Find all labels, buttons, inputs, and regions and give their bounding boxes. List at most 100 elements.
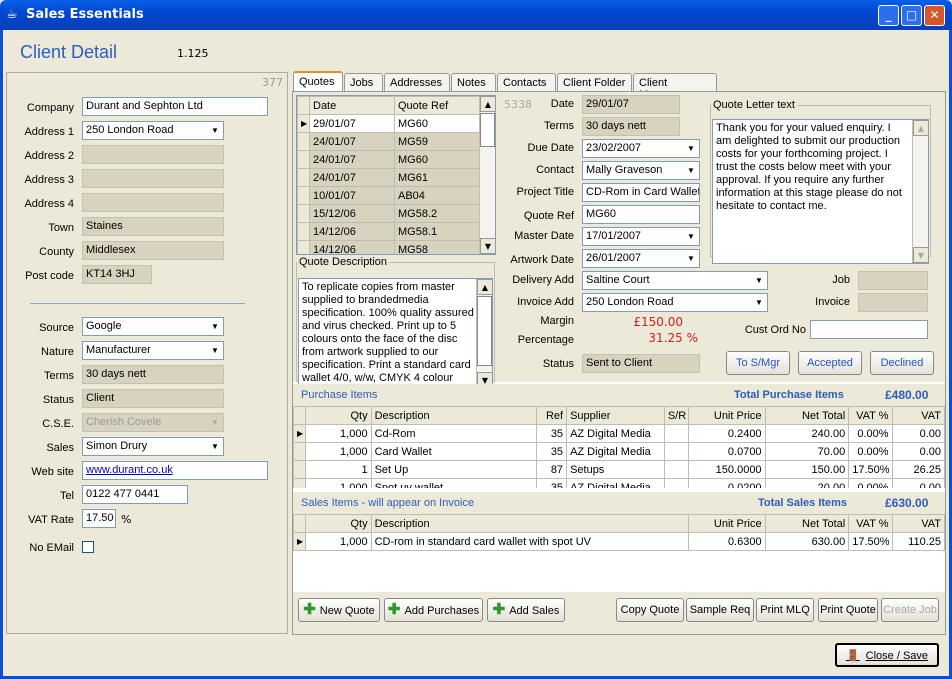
chevron-down-icon[interactable]: ▼ (684, 163, 698, 178)
chevron-down-icon[interactable]: ▼ (684, 229, 698, 244)
chevron-down-icon[interactable]: ▼ (684, 251, 698, 266)
add-sales-button[interactable]: ✚ Add Sales (487, 598, 565, 622)
quote-ref-field[interactable]: MG60 (582, 205, 700, 224)
project-title-field[interactable]: CD-Rom in Card Wallet (582, 183, 700, 202)
minimize-button[interactable]: _ (878, 5, 899, 26)
table-row[interactable]: 1 Set Up 87 Setups 150.0000 150.00 17.50% 26.25 (293, 460, 945, 479)
close-save-label: Close / Save (865, 650, 929, 662)
artwork-date-field[interactable]: 26/01/2007 ▼ (582, 249, 700, 268)
scroll-thumb[interactable] (477, 296, 492, 366)
client-field[interactable]: 0122 477 0441 (82, 485, 188, 504)
client-field-value[interactable]: www.durant.co.uk (86, 464, 173, 476)
sample-req-button[interactable]: Sample Req (686, 598, 754, 622)
client-field-value: Durant and Sephton Ltd (86, 100, 203, 112)
tab-jobs[interactable]: Jobs (344, 73, 383, 92)
table-row[interactable]: ▶ 29/01/07 MG60 (297, 114, 480, 133)
chevron-down-icon[interactable]: ▼ (208, 319, 222, 334)
chevron-down-icon[interactable]: ▼ (208, 123, 222, 138)
print-quote-button[interactable]: Print Quote (818, 598, 878, 622)
cust-ord-no-field[interactable] (810, 320, 928, 339)
tab-quotes[interactable]: Quotes (293, 71, 343, 92)
add-purchases-button[interactable]: ✚ Add Purchases (384, 598, 483, 622)
scroll-down-icon[interactable]: ▼ (913, 247, 929, 263)
declined-button[interactable]: Declined (870, 351, 934, 375)
table-row[interactable]: 1,000 Card Wallet 35 AZ Digital Media 0.0700… (293, 442, 945, 461)
maximize-button[interactable]: □ (901, 5, 922, 26)
column-header[interactable]: Unit Price (688, 514, 766, 533)
client-field-value: KT14 3HJ (86, 268, 135, 280)
tab-notes[interactable]: Notes (451, 73, 496, 92)
purchase-items-grid[interactable]: Qty Description Ref Supplier S/R Unit Price Ne… (293, 406, 945, 488)
delivery-address-select[interactable]: Saltine Court ▼ (582, 271, 768, 290)
column-header[interactable]: Supplier (566, 406, 665, 425)
copy-quote-button[interactable]: Copy Quote (616, 598, 684, 622)
client-field[interactable]: www.durant.co.uk (82, 461, 268, 480)
column-header[interactable]: VAT % (848, 514, 893, 533)
tab-client-folder[interactable]: Client Folder (557, 73, 632, 92)
accepted-button[interactable]: Accepted (798, 351, 862, 375)
scroll-up-icon[interactable]: ▲ (477, 279, 492, 295)
close-button[interactable]: ✕ (924, 5, 945, 26)
column-header[interactable]: Description (370, 406, 537, 425)
column-header[interactable]: Quote Ref (394, 96, 480, 115)
chevron-down-icon[interactable]: ▼ (208, 439, 222, 454)
table-row[interactable]: 24/01/07 MG59 (297, 132, 480, 151)
column-header[interactable]: Unit Price (687, 406, 766, 425)
scroll-down-icon[interactable]: ▼ (480, 238, 495, 254)
table-row[interactable]: 14/12/06 MG58.1 (297, 222, 480, 241)
table-row[interactable]: 14/12/06 MG58 (297, 240, 480, 254)
tab-addresses[interactable]: Addresses (384, 73, 450, 92)
quote-letter-text[interactable]: Thank you for your valued enquiry. I am … (713, 120, 928, 215)
client-field[interactable]: 17.50 (82, 509, 116, 528)
new-quote-button[interactable]: ✚ New Quote (298, 598, 380, 622)
due-date-field[interactable]: 23/02/2007 ▼ (582, 139, 700, 158)
table-row[interactable]: 1,000 Spot uv wallet 35 AZ Digital Media 0.0… (293, 478, 945, 488)
column-header[interactable]: Net Total (764, 406, 850, 425)
column-header[interactable]: Date (309, 96, 395, 115)
scroll-up-icon[interactable]: ▲ (480, 96, 495, 112)
table-row[interactable]: ▶ 1,000 Cd-Rom 35 AZ Digital Media 0.2400 240.… (293, 424, 945, 443)
client-field[interactable]: Durant and Sephton Ltd (82, 97, 268, 116)
tab-contacts[interactable]: Contacts (497, 73, 556, 92)
sales-items-grid[interactable]: Qty Description Unit Price Net Total VAT % VA… (293, 514, 945, 590)
table-row[interactable]: ▶ 1,000 CD-rom in standard card wallet wit… (293, 532, 945, 551)
column-header[interactable]: Net Total (764, 514, 850, 533)
client-field[interactable]: Manufacturer ▼ (82, 341, 224, 360)
table-row[interactable]: 15/12/06 MG58.2 (297, 204, 480, 223)
create-job-button[interactable]: Create Job (881, 598, 939, 622)
percentage-label: Percentage (517, 334, 574, 346)
chevron-down-icon[interactable]: ▼ (208, 415, 222, 430)
column-header[interactable]: VAT (891, 406, 945, 425)
chevron-down-icon[interactable]: ▼ (684, 141, 698, 156)
tab-client-messages[interactable]: Client Messages (633, 73, 717, 101)
column-header[interactable]: S/R (663, 406, 689, 425)
no-email-checkbox[interactable] (82, 541, 94, 553)
chevron-down-icon[interactable]: ▼ (208, 343, 222, 358)
table-row[interactable]: 10/01/07 AB04 (297, 186, 480, 205)
quote-list[interactable]: Date Quote Ref ▶ 29/01/07 MG60 24/01/07 MG59 24… (296, 95, 496, 255)
column-header[interactable]: Description (370, 514, 690, 533)
invoice-address-select[interactable]: 250 London Road ▼ (582, 293, 768, 312)
project-title-label: Project Title (516, 186, 574, 198)
close-save-button[interactable]: 🚪 Close / Save (835, 643, 939, 667)
chevron-down-icon[interactable]: ▼ (752, 295, 766, 310)
scroll-up-icon[interactable]: ▲ (913, 120, 929, 136)
column-header[interactable]: Qty (305, 406, 372, 425)
print-mlq-button[interactable]: Print MLQ (756, 598, 814, 622)
quote-description-text[interactable]: To replicate copies from master supplied… (299, 279, 492, 388)
client-field[interactable]: Google ▼ (82, 317, 224, 336)
client-field[interactable]: Simon Drury ▼ (82, 437, 224, 456)
chevron-down-icon[interactable]: ▼ (752, 273, 766, 288)
column-header[interactable]: VAT % (848, 406, 893, 425)
table-cell (663, 424, 689, 443)
column-header[interactable]: Qty (305, 514, 372, 533)
table-row[interactable]: 24/01/07 MG60 (297, 150, 480, 169)
master-date-field[interactable]: 17/01/2007 ▼ (582, 227, 700, 246)
contact-select[interactable]: Mally Graveson ▼ (582, 161, 700, 180)
scroll-thumb[interactable] (480, 113, 495, 147)
column-header[interactable]: Ref (535, 406, 568, 425)
client-field[interactable]: 250 London Road ▼ (82, 121, 224, 140)
column-header[interactable]: VAT (891, 514, 945, 533)
table-row[interactable]: 24/01/07 MG61 (297, 168, 480, 187)
to-smgr-button[interactable]: To S/Mgr (726, 351, 790, 375)
